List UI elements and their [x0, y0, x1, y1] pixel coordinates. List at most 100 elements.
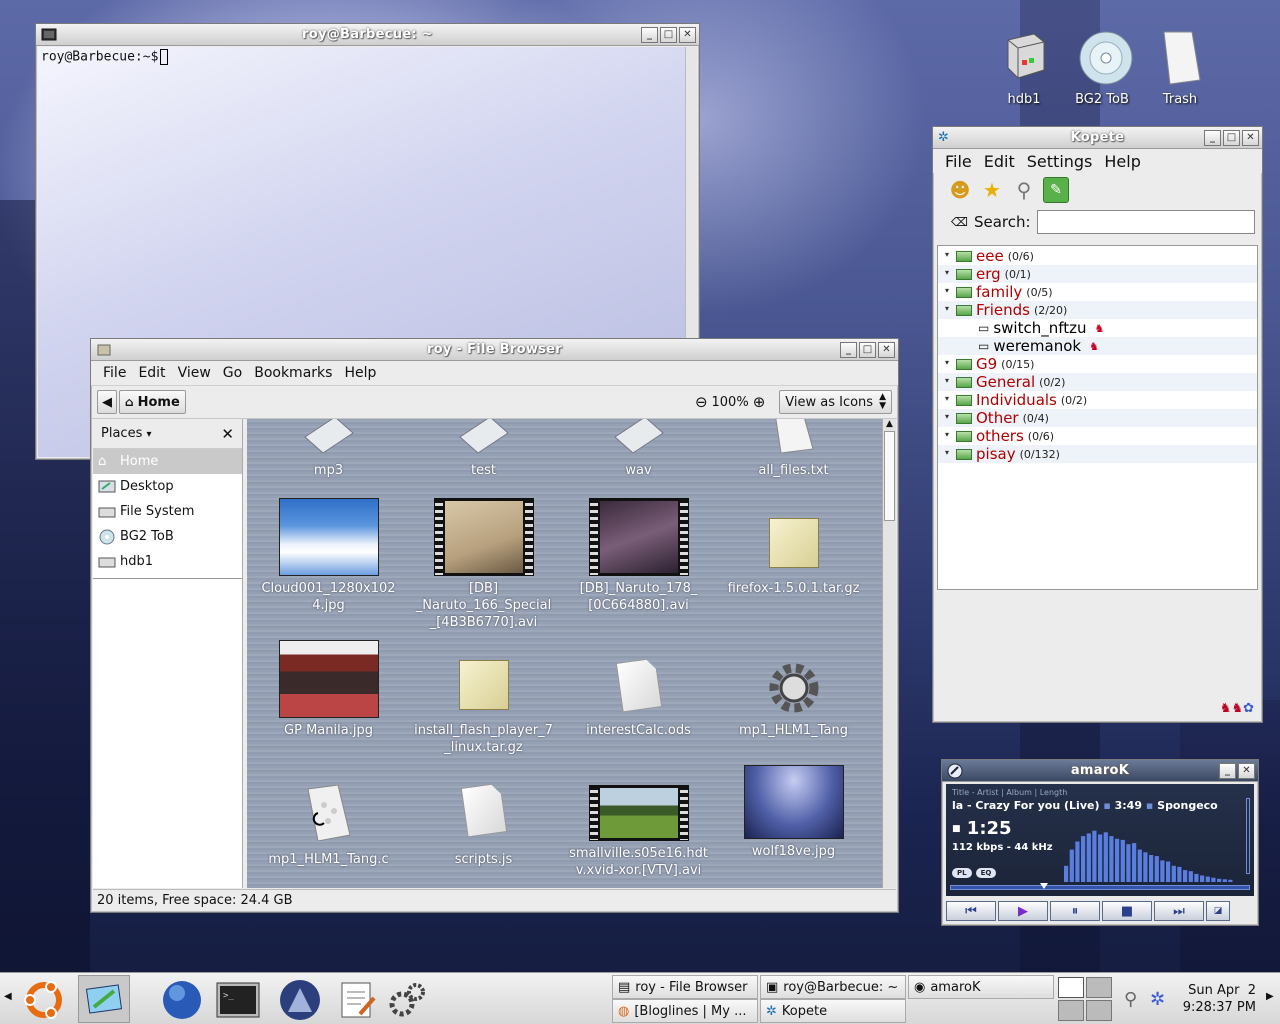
elapsed-time[interactable]: ■ 1:25	[952, 818, 1012, 839]
show-offline-icon[interactable]: ✎	[1043, 177, 1069, 203]
task-file-browser[interactable]: ▤ roy - File Browser	[612, 975, 758, 999]
text-editor-launcher-icon[interactable]	[336, 979, 380, 1021]
next-track-button[interactable]: ⏭	[1154, 901, 1204, 921]
clock[interactable]: Sun Apr 2 9:28:37 PM	[1180, 982, 1256, 1016]
gears-launcher-icon[interactable]	[386, 979, 430, 1021]
terminal-titlebar[interactable]: roy@Barbecue: ~ _ □ ✕	[36, 24, 699, 46]
search-input[interactable]	[1036, 210, 1255, 234]
back-button[interactable]: ◀	[97, 390, 117, 414]
location-home-button[interactable]: ⌂ Home	[119, 390, 186, 414]
ubuntu-menu-icon[interactable]	[22, 979, 66, 1021]
file-item[interactable]: all_files.txt	[716, 419, 871, 479]
amarok-titlebar[interactable]: amaroK _ ✕	[942, 760, 1258, 782]
file-item[interactable]: scripts.js	[406, 785, 561, 868]
group-row[interactable]: ▾ Individuals (0/2)	[938, 391, 1257, 409]
desktop-icon-bg2-tob[interactable]: BG2 ToB	[1067, 30, 1137, 107]
previous-track-button[interactable]: ⏮	[946, 901, 996, 921]
expand-toggle-icon[interactable]: ▾	[942, 305, 952, 315]
amarok-window[interactable]: amaroK _ ✕ Title - Artist | Album | Leng…	[941, 759, 1259, 926]
star-icon[interactable]: ★	[979, 177, 1005, 203]
maximize-button[interactable]: □	[1223, 130, 1240, 146]
menu-go[interactable]: Go	[217, 365, 248, 381]
menu-help[interactable]: Help	[1098, 152, 1146, 171]
group-row[interactable]: ▾ others (0/6)	[938, 427, 1257, 445]
file-item[interactable]: mp3	[251, 419, 406, 479]
workspace-switcher[interactable]	[1058, 977, 1112, 1021]
network-icon[interactable]: ⚲	[1124, 989, 1137, 1010]
jabber-status-icon[interactable]: ✿	[1243, 701, 1254, 716]
expand-toggle-icon[interactable]: ▾	[942, 269, 952, 279]
scroll-up-icon[interactable]: ▲	[883, 419, 896, 429]
workspace-4[interactable]	[1086, 1000, 1112, 1021]
group-row[interactable]: ▾ General (0/2)	[938, 373, 1257, 391]
extra-button[interactable]: ◪	[1206, 901, 1230, 921]
desktop-icon-trash[interactable]: Trash	[1145, 30, 1215, 107]
expand-toggle-icon[interactable]: ▾	[942, 413, 952, 423]
close-button[interactable]: ✕	[1242, 130, 1259, 146]
close-button[interactable]: ✕	[679, 27, 696, 43]
kopete-tray-icon[interactable]: ✲	[1150, 989, 1165, 1010]
group-row[interactable]: ▾ Friends (2/20)	[938, 301, 1257, 319]
file-item[interactable]: [DB]_Naruto_178_ [0C664880].avi	[561, 498, 716, 614]
group-row[interactable]: ▾ G9 (0/15)	[938, 355, 1257, 373]
panel-hide-right-icon[interactable]: ▶	[1266, 991, 1274, 1002]
file-browser-window[interactable]: roy - File Browser _ □ ✕ File Edit View …	[90, 338, 899, 913]
pause-button[interactable]: ⏸	[1050, 901, 1100, 921]
group-row[interactable]: ▾ eee (0/6)	[938, 247, 1257, 265]
group-row[interactable]: ▾ family (0/5)	[938, 283, 1257, 301]
file-item[interactable]: Cloud001_1280x102 4.jpg	[251, 498, 406, 614]
menu-settings[interactable]: Settings	[1021, 152, 1099, 171]
add-contact-icon[interactable]: ☻	[947, 177, 973, 203]
menu-file[interactable]: File	[97, 365, 132, 381]
close-sidebar-icon[interactable]: ✕	[221, 425, 234, 443]
file-item[interactable]: GP Manila.jpg	[251, 640, 406, 739]
workspace-3[interactable]	[1058, 1000, 1084, 1021]
file-item[interactable]: mp1_HLM1_Tang	[716, 660, 871, 739]
menu-edit[interactable]: Edit	[978, 152, 1021, 171]
workspace-1[interactable]	[1058, 977, 1084, 998]
file-item[interactable]: test	[406, 419, 561, 479]
task-kopete[interactable]: ✲ Kopete	[760, 999, 906, 1023]
place-desktop[interactable]: Desktop	[93, 474, 242, 499]
group-row[interactable]: ▾ Other (0/4)	[938, 409, 1257, 427]
file-item[interactable]: wolf18ve.jpg	[716, 765, 871, 860]
task-terminal[interactable]: ▣ roy@Barbecue: ~	[760, 975, 906, 999]
places-dropdown[interactable]: Places ▾	[101, 426, 152, 441]
file-item[interactable]: [DB] _Naruto_166_Special _[4B3B6770].avi	[406, 498, 561, 631]
menu-help[interactable]: Help	[338, 365, 382, 381]
file-item[interactable]: wav	[561, 419, 716, 479]
minimize-button[interactable]: _	[1204, 130, 1221, 146]
place-file-system[interactable]: File System	[93, 499, 242, 524]
desktop-icon-hdb1[interactable]: hdb1	[989, 30, 1059, 107]
contact-row[interactable]: ▭ weremanok ♞	[938, 337, 1257, 355]
minimize-button[interactable]: _	[840, 342, 857, 358]
zoom-in-icon[interactable]: ⊕	[753, 393, 766, 411]
msn-status-icon[interactable]: ♞	[1231, 701, 1243, 716]
kopete-titlebar[interactable]: ✲ Kopete _ □ ✕	[933, 127, 1262, 149]
contact-row[interactable]: ▭ switch_nftzu ♞	[938, 319, 1257, 337]
clear-search-icon[interactable]: ⌫	[951, 215, 968, 229]
expand-toggle-icon[interactable]: ▾	[942, 251, 952, 261]
expand-toggle-icon[interactable]: ▾	[942, 449, 952, 459]
panel-hide-left-icon[interactable]: ◀	[4, 991, 12, 1002]
icon-view-scrollbar[interactable]: ▲	[882, 419, 896, 888]
stop-button[interactable]: ■	[1102, 901, 1152, 921]
file-browser-titlebar[interactable]: roy - File Browser _ □ ✕	[91, 339, 898, 361]
file-item[interactable]: smallville.s05e16.hdt v.xvid-xor.[VTV].a…	[561, 785, 716, 879]
maximize-button[interactable]: □	[859, 342, 876, 358]
menu-bookmarks[interactable]: Bookmarks	[248, 365, 338, 381]
task-firefox[interactable]: ◍ [Bloglines | My ...	[612, 999, 758, 1023]
kopete-window[interactable]: ✲ Kopete _ □ ✕ File Edit Settings Help ☻…	[932, 126, 1263, 723]
play-button[interactable]: ▶	[998, 901, 1048, 921]
contact-list[interactable]: ▾ eee (0/6) ▾ erg (0/1) ▾ family (0/5) ▾ Friends (2…	[937, 245, 1258, 590]
zoom-out-icon[interactable]: ⊖	[695, 393, 708, 411]
expand-toggle-icon[interactable]: ▾	[942, 287, 952, 297]
search-icon[interactable]: ⚲	[1011, 177, 1037, 203]
file-item[interactable]: install_flash_player_7 _linux.tar.gz	[406, 660, 561, 756]
workspace-2[interactable]	[1086, 977, 1112, 998]
terminal-launcher-icon[interactable]: >_	[216, 979, 260, 1021]
icon-view[interactable]: mp3 test wav all_files.txt Cloud001_1280…	[247, 419, 882, 888]
close-button[interactable]: ✕	[878, 342, 895, 358]
expand-toggle-icon[interactable]: ▾	[942, 395, 952, 405]
task-amarok[interactable]: ◉ amaroK	[908, 975, 1054, 999]
